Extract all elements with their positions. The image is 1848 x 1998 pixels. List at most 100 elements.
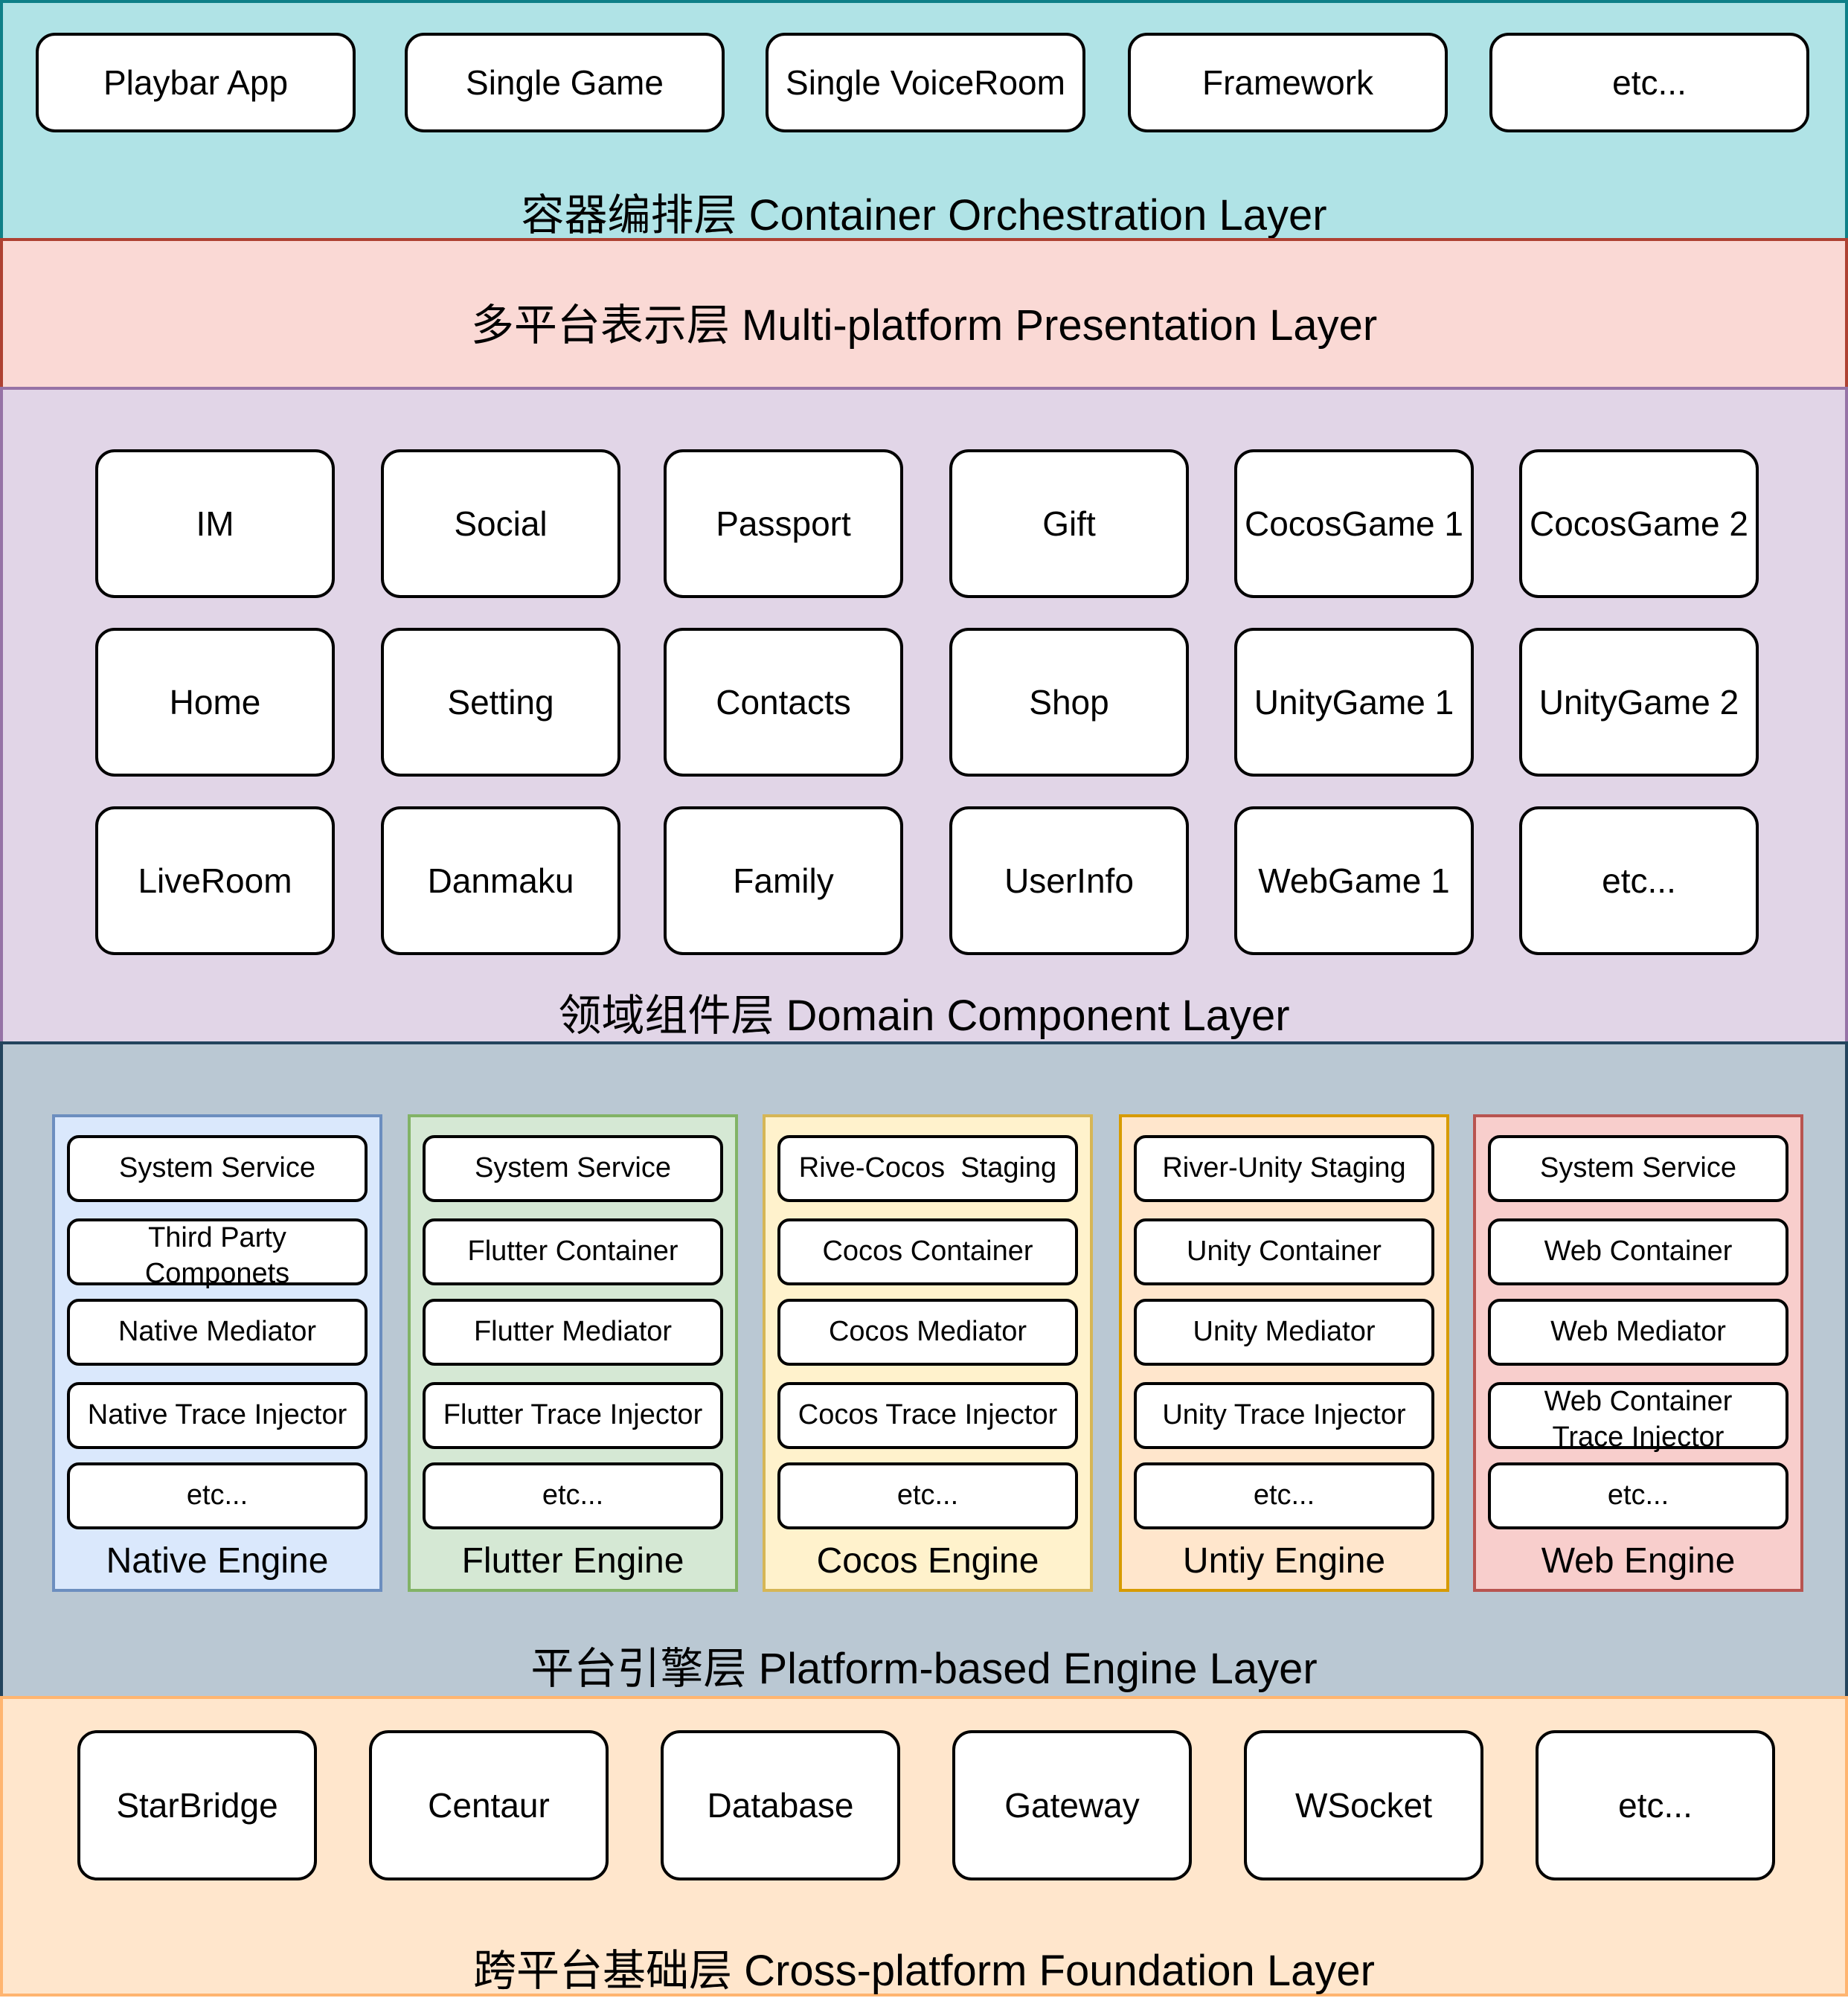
engine-module: Flutter Trace Injector bbox=[423, 1382, 723, 1449]
web-engine: System Service Web Container Web Mediator W… bbox=[1473, 1114, 1803, 1592]
engine-module: Unity Mediator bbox=[1134, 1299, 1434, 1366]
engine-module: Flutter Container bbox=[423, 1218, 723, 1285]
module-label: etc... bbox=[896, 1480, 959, 1512]
component-label: Centaur bbox=[428, 1785, 550, 1825]
layer-title: 容器编排层 Container Orchestration Layer bbox=[521, 191, 1327, 240]
component-label: Gift bbox=[1042, 504, 1096, 543]
engine-module: Native Trace Injector bbox=[67, 1382, 368, 1449]
component-label: CocosGame 2 bbox=[1529, 504, 1748, 543]
engine-module: River-Unity Staging bbox=[1134, 1135, 1434, 1202]
domain-component: Family bbox=[664, 806, 903, 955]
layer-title: 多平台表示层 Multi-platform Presentation Layer bbox=[470, 301, 1378, 350]
cross-platform-foundation-layer: StarBridge Centaur Database Gateway WSocket e… bbox=[0, 1696, 1848, 1997]
foundation-component: Database bbox=[661, 1730, 900, 1880]
foundation-component: etc... bbox=[1536, 1730, 1775, 1880]
engine-module: Unity Trace Injector bbox=[1134, 1382, 1434, 1449]
domain-component: Social bbox=[381, 449, 620, 598]
domain-component: IM bbox=[95, 449, 335, 598]
component-label: Family bbox=[733, 861, 834, 900]
platform-engine-layer: System Service Third Party Componets Nativ… bbox=[0, 1041, 1848, 1699]
engine-module: Flutter Mediator bbox=[423, 1299, 723, 1366]
item-label: Single Game bbox=[466, 62, 664, 102]
module-label: System Service bbox=[1540, 1152, 1736, 1184]
component-label: UnityGame 1 bbox=[1254, 682, 1454, 722]
orchestration-item: Playbar App bbox=[36, 33, 356, 132]
domain-component: UserInfo bbox=[949, 806, 1189, 955]
engine-module: System Service bbox=[67, 1135, 368, 1202]
engine-module: Cocos Mediator bbox=[777, 1299, 1078, 1366]
engine-name: Cocos Engine bbox=[816, 1541, 1039, 1581]
component-label: etc... bbox=[1602, 861, 1676, 900]
component-label: CocosGame 1 bbox=[1244, 504, 1463, 543]
item-label: Framework bbox=[1201, 62, 1374, 102]
module-label: Rive-Cocos Staging bbox=[798, 1152, 1057, 1184]
domain-component: Shop bbox=[949, 628, 1189, 777]
module-label: Unity Trace Injector bbox=[1162, 1399, 1406, 1431]
container-orchestration-layer: Playbar App Single Game Single VoiceRoom… bbox=[0, 0, 1848, 241]
module-label: Flutter Trace Injector bbox=[443, 1399, 703, 1431]
module-label: Native Trace Injector bbox=[87, 1399, 347, 1431]
module-label: Unity Container bbox=[1187, 1236, 1382, 1268]
engine-module: etc... bbox=[423, 1462, 723, 1529]
component-label: Passport bbox=[716, 504, 851, 543]
engine-module: Web Container bbox=[1488, 1218, 1788, 1285]
domain-component: Danmaku bbox=[381, 806, 620, 955]
module-label: Flutter Mediator bbox=[473, 1316, 673, 1348]
orchestration-item: Single VoiceRoom bbox=[766, 33, 1085, 132]
module-label: etc... bbox=[1607, 1480, 1669, 1512]
module-label: Cocos Mediator bbox=[828, 1316, 1027, 1348]
domain-component: CocosGame 2 bbox=[1519, 449, 1759, 598]
component-label: WebGame 1 bbox=[1258, 861, 1450, 900]
item-label: Playbar App bbox=[103, 62, 289, 102]
engine-module: etc... bbox=[1134, 1462, 1434, 1529]
component-label: IM bbox=[196, 504, 234, 543]
item-label: etc... bbox=[1612, 62, 1687, 102]
module-label: Web Mediator bbox=[1550, 1316, 1726, 1348]
module-label: etc... bbox=[186, 1480, 248, 1512]
engine-module: Web Container Trace Injector bbox=[1488, 1382, 1788, 1453]
domain-component: Home bbox=[95, 628, 335, 777]
engine-module: Cocos Trace Injector bbox=[777, 1382, 1078, 1449]
item-label: Single VoiceRoom bbox=[786, 62, 1065, 102]
domain-component: WebGame 1 bbox=[1234, 806, 1474, 955]
domain-component-layer: IM Social Passport Gift CocosGame 1 CocosGame… bbox=[0, 387, 1848, 1044]
module-label: etc... bbox=[1253, 1480, 1315, 1512]
module-label: System Service bbox=[475, 1152, 671, 1184]
domain-component: Contacts bbox=[664, 628, 903, 777]
component-label: UnityGame 2 bbox=[1539, 682, 1739, 722]
foundation-component: WSocket bbox=[1244, 1730, 1483, 1880]
engine-module: etc... bbox=[1488, 1462, 1788, 1529]
foundation-component: StarBridge bbox=[77, 1730, 317, 1880]
module-label: System Service bbox=[119, 1152, 315, 1184]
orchestration-item: Framework bbox=[1128, 33, 1448, 132]
flutter-engine: System Service Flutter Container Flutter M… bbox=[408, 1114, 738, 1592]
unity-engine: River-Unity Staging Unity Container Unity … bbox=[1119, 1114, 1449, 1592]
engine-module: Native Mediator bbox=[67, 1299, 368, 1366]
engine-module: Third Party Componets bbox=[67, 1218, 368, 1289]
module-label: Flutter Container bbox=[467, 1236, 678, 1268]
module-label: Unity Mediator bbox=[1193, 1316, 1376, 1348]
engine-module: System Service bbox=[1488, 1135, 1788, 1202]
engine-module: etc... bbox=[777, 1462, 1078, 1529]
engine-module: System Service bbox=[423, 1135, 723, 1202]
cocos-engine: Rive-Cocos Staging Cocos Container Cocos M… bbox=[763, 1114, 1093, 1592]
component-label: Home bbox=[169, 682, 261, 722]
domain-component: Passport bbox=[664, 449, 903, 598]
component-label: LiveRoom bbox=[138, 861, 292, 900]
domain-component: Setting bbox=[381, 628, 620, 777]
component-label: Contacts bbox=[716, 682, 851, 722]
foundation-component: Centaur bbox=[369, 1730, 609, 1880]
domain-component: etc... bbox=[1519, 806, 1759, 955]
component-label: Setting bbox=[447, 682, 554, 722]
orchestration-item: Single Game bbox=[405, 33, 725, 132]
component-label: Gateway bbox=[1004, 1785, 1140, 1825]
module-label: Cocos Container bbox=[822, 1236, 1033, 1268]
component-label: UserInfo bbox=[1004, 861, 1134, 900]
engine-module: Unity Container bbox=[1134, 1218, 1434, 1285]
component-label: Database bbox=[707, 1785, 854, 1825]
component-label: Danmaku bbox=[427, 861, 574, 900]
module-label: Web Container Trace Injector bbox=[1544, 1386, 1733, 1453]
engine-module: Cocos Container bbox=[777, 1218, 1078, 1285]
component-label: Shop bbox=[1029, 682, 1109, 722]
engine-module: etc... bbox=[67, 1462, 368, 1529]
